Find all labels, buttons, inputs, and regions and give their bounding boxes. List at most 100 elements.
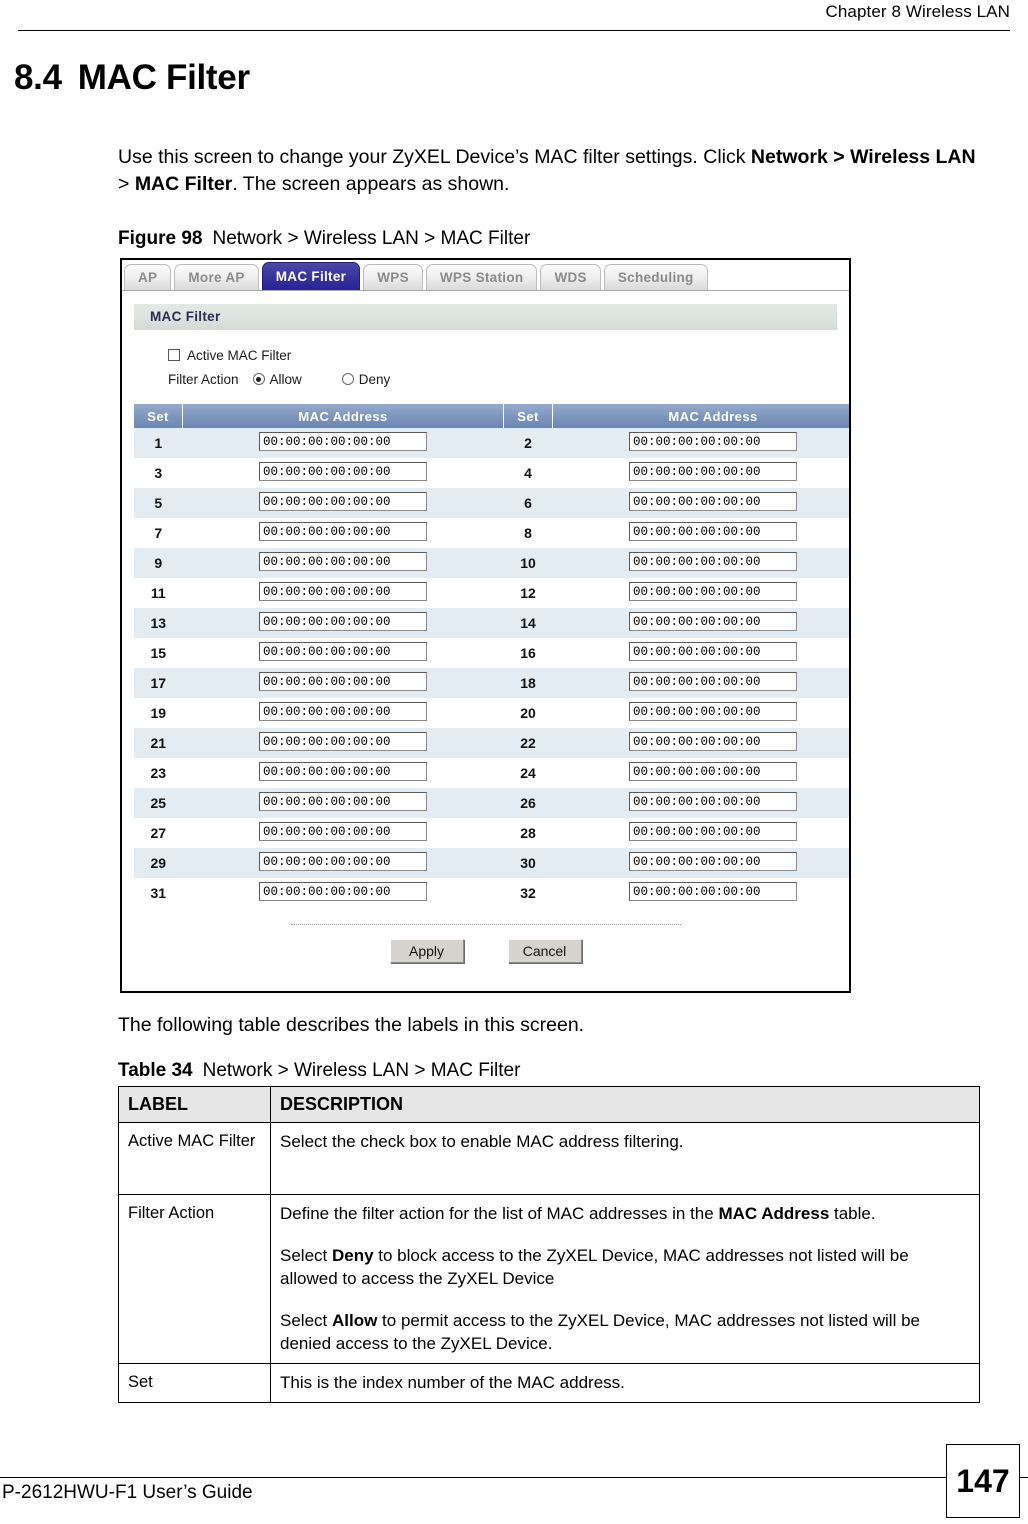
cancel-button[interactable]: Cancel (507, 939, 582, 963)
set-index-right: 24 (503, 758, 553, 788)
mac-address-input[interactable]: 00:00:00:00:00:00 (259, 882, 427, 901)
mac-address-input[interactable]: 00:00:00:00:00:00 (259, 672, 427, 691)
mac-address-input[interactable]: 00:00:00:00:00:00 (629, 852, 797, 871)
mac-address-input[interactable]: 00:00:00:00:00:00 (259, 612, 427, 631)
set-index-right: 22 (503, 728, 553, 758)
set-index-left: 7 (134, 518, 183, 548)
tab-bar: AP More AP MAC Filter WPS WPS Station WDS Sche… (122, 260, 849, 291)
mac-address-input[interactable]: 00:00:00:00:00:00 (259, 762, 427, 781)
mac-table-row: 13 00:00:00:00:00:00 14 00:00:00:00:00:00 (134, 608, 849, 638)
tab-wps[interactable]: WPS (363, 264, 423, 290)
deny-label: Deny (358, 371, 391, 387)
intro-text-mid: > (118, 173, 135, 195)
description-paragraph: Select Allow to permit access to the ZyX… (280, 1309, 970, 1355)
mac-address-input[interactable]: 00:00:00:00:00:00 (259, 732, 427, 751)
apply-button[interactable]: Apply (389, 939, 464, 963)
set-index-left: 11 (134, 578, 183, 608)
mac-cell-right: 00:00:00:00:00:00 (552, 578, 849, 608)
set-index-left: 23 (134, 758, 183, 788)
mac-address-input[interactable]: 00:00:00:00:00:00 (629, 552, 797, 571)
mac-address-input[interactable]: 00:00:00:00:00:00 (629, 882, 797, 901)
header-description-column: DESCRIPTION (270, 1086, 980, 1123)
filter-action-deny-option[interactable]: Deny (341, 371, 391, 387)
mac-address-input[interactable]: 00:00:00:00:00:00 (259, 582, 427, 601)
tab-mac-filter[interactable]: MAC Filter (261, 262, 361, 290)
description-text: table. (829, 1204, 876, 1223)
footer-divider (0, 1477, 1028, 1478)
mac-address-input[interactable]: 00:00:00:00:00:00 (629, 702, 797, 721)
mac-address-input[interactable]: 00:00:00:00:00:00 (629, 732, 797, 751)
mac-address-input[interactable]: 00:00:00:00:00:00 (629, 762, 797, 781)
header-set-left: Set (134, 404, 183, 428)
filter-action-row: Filter Action Allow Deny (168, 368, 849, 390)
set-index-left: 25 (134, 788, 183, 818)
action-area: Apply Cancel (134, 924, 837, 963)
mac-address-input[interactable]: 00:00:00:00:00:00 (629, 612, 797, 631)
mac-address-input[interactable]: 00:00:00:00:00:00 (259, 432, 427, 451)
filter-action-label: Filter Action (168, 371, 239, 387)
mac-cell-left: 00:00:00:00:00:00 (182, 458, 504, 488)
set-index-left: 19 (134, 698, 183, 728)
mac-address-input[interactable]: 00:00:00:00:00:00 (629, 792, 797, 811)
intro-bold-network-path: Network > Wireless LAN (750, 146, 976, 168)
mac-address-input[interactable]: 00:00:00:00:00:00 (259, 522, 427, 541)
tab-more-ap[interactable]: More AP (174, 264, 259, 290)
mac-address-input[interactable]: 00:00:00:00:00:00 (259, 792, 427, 811)
set-index-left: 29 (134, 848, 183, 878)
mac-address-input[interactable]: 00:00:00:00:00:00 (259, 492, 427, 511)
tab-scheduling[interactable]: Scheduling (603, 264, 708, 290)
active-mac-filter-checkbox[interactable] (168, 349, 180, 361)
mac-cell-right: 00:00:00:00:00:00 (552, 698, 849, 728)
mac-table-row: 23 00:00:00:00:00:00 24 00:00:00:00:00:00 (134, 758, 849, 788)
mac-address-input[interactable]: 00:00:00:00:00:00 (629, 582, 797, 601)
description-paragraph: Select the check box to enable MAC addre… (280, 1130, 970, 1153)
tab-wps-station[interactable]: WPS Station (425, 264, 538, 290)
mac-cell-right: 00:00:00:00:00:00 (552, 458, 849, 488)
active-mac-filter-row: Active MAC Filter (168, 344, 849, 366)
mac-cell-left: 00:00:00:00:00:00 (182, 518, 504, 548)
deny-radio[interactable] (341, 373, 354, 385)
row-description: Select the check box to enable MAC addre… (270, 1122, 980, 1195)
mac-address-input[interactable]: 00:00:00:00:00:00 (259, 552, 427, 571)
mac-table-row: 15 00:00:00:00:00:00 16 00:00:00:00:00:00 (134, 638, 849, 668)
mac-address-input[interactable]: 00:00:00:00:00:00 (629, 672, 797, 691)
mac-address-input[interactable]: 00:00:00:00:00:00 (259, 702, 427, 721)
mac-table-body: 1 00:00:00:00:00:00 2 00:00:00:00:00:00 3 00:… (134, 428, 849, 908)
mac-address-input[interactable]: 00:00:00:00:00:00 (629, 432, 797, 451)
mac-address-input[interactable]: 00:00:00:00:00:00 (629, 642, 797, 661)
mac-address-input[interactable]: 00:00:00:00:00:00 (259, 462, 427, 481)
tab-wds[interactable]: WDS (540, 264, 601, 290)
mac-address-input[interactable]: 00:00:00:00:00:00 (259, 642, 427, 661)
description-paragraph: This is the index number of the MAC addr… (280, 1371, 970, 1394)
mac-address-input[interactable]: 00:00:00:00:00:00 (629, 822, 797, 841)
section-header-mac-filter: MAC Filter (134, 304, 837, 330)
figure-label: Figure 98 (118, 228, 203, 249)
dotted-separator (290, 924, 681, 925)
mac-address-input[interactable]: 00:00:00:00:00:00 (629, 492, 797, 511)
mac-cell-right: 00:00:00:00:00:00 (552, 608, 849, 638)
row-description: This is the index number of the MAC addr… (270, 1363, 980, 1403)
mac-table-row: 3 00:00:00:00:00:00 4 00:00:00:00:00:00 (134, 458, 849, 488)
mac-cell-right: 00:00:00:00:00:00 (552, 788, 849, 818)
mac-address-input[interactable]: 00:00:00:00:00:00 (629, 522, 797, 541)
mac-address-input[interactable]: 00:00:00:00:00:00 (629, 462, 797, 481)
mac-address-input[interactable]: 00:00:00:00:00:00 (259, 852, 427, 871)
description-text: This is the index number of the MAC addr… (280, 1373, 625, 1392)
table-label: Table 34 (118, 1060, 193, 1081)
table-row: Set This is the index number of the MAC a… (118, 1363, 980, 1403)
allow-radio[interactable] (252, 373, 265, 385)
chapter-title: Chapter 8 Wireless LAN (825, 2, 1010, 21)
set-index-left: 21 (134, 728, 183, 758)
mac-cell-left: 00:00:00:00:00:00 (182, 488, 504, 518)
footer-guide-title: P-2612HWU-F1 User’s Guide (2, 1482, 253, 1503)
filter-controls: Active MAC Filter Filter Action Allow De… (168, 344, 849, 390)
tab-ap[interactable]: AP (124, 264, 172, 290)
mac-cell-right: 00:00:00:00:00:00 (552, 758, 849, 788)
description-paragraph: Select Deny to block access to the ZyXEL… (280, 1244, 970, 1290)
set-index-left: 13 (134, 608, 183, 638)
filter-action-allow-option[interactable]: Allow (252, 372, 302, 387)
set-index-left: 15 (134, 638, 183, 668)
set-index-left: 17 (134, 668, 183, 698)
set-index-left: 27 (134, 818, 183, 848)
mac-address-input[interactable]: 00:00:00:00:00:00 (259, 822, 427, 841)
